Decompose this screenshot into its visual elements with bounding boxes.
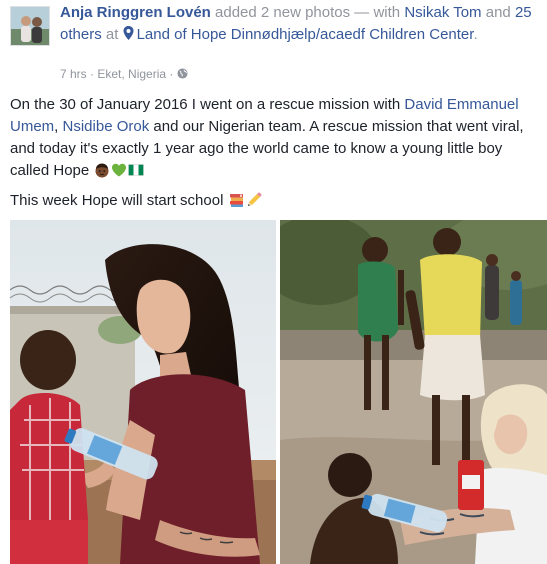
paragraph-2-text: This week Hope will start school: [10, 192, 228, 209]
place-link[interactable]: Land of Hope Dinnødhjælp/acaedf Children…: [137, 26, 474, 43]
post-photo-2[interactable]: [280, 220, 547, 564]
books-emoji: [229, 194, 243, 207]
mention-nsidibe[interactable]: Nsidibe Orok: [63, 118, 150, 135]
header-period: .: [473, 26, 478, 43]
mention-comma: ,: [54, 118, 63, 135]
tagged-person-link[interactable]: Nsikak Tom: [404, 4, 481, 21]
author-avatar[interactable]: [10, 6, 50, 46]
paragraph-1-text: On the 30 of January 2016 I went on a re…: [10, 96, 405, 113]
post-photo-1[interactable]: [10, 220, 276, 564]
meta-separator: ·: [86, 67, 98, 81]
post-body: On the 30 of January 2016 I went on a re…: [10, 94, 540, 212]
header-at: at: [101, 26, 123, 43]
post-meta: 7 hrs · Eket, Nigeria ·: [60, 66, 188, 82]
pencil-emoji: [247, 192, 262, 206]
post-paragraph-1: On the 30 of January 2016 I went on a re…: [10, 94, 540, 182]
header-action: added 2 new photos — with: [210, 4, 405, 21]
boy-emoji: [95, 163, 109, 178]
meta-separator-2: ·: [166, 67, 174, 81]
post-paragraph-2: This week Hope will start school: [10, 190, 540, 212]
feed-post: Anja Ringgren Lovén added 2 new photos —…: [0, 0, 547, 564]
map-pin-icon: [123, 26, 134, 40]
globe-icon[interactable]: [177, 68, 188, 79]
post-time[interactable]: 7 hrs: [60, 67, 87, 81]
header-and: and: [481, 4, 515, 21]
post-location[interactable]: Eket, Nigeria: [97, 67, 166, 81]
author-name[interactable]: Anja Ringgren Lovén: [60, 4, 211, 21]
nigeria-flag-emoji: [128, 164, 145, 176]
post-header: Anja Ringgren Lovén added 2 new photos —…: [60, 2, 540, 46]
green-heart-emoji: [112, 163, 127, 177]
